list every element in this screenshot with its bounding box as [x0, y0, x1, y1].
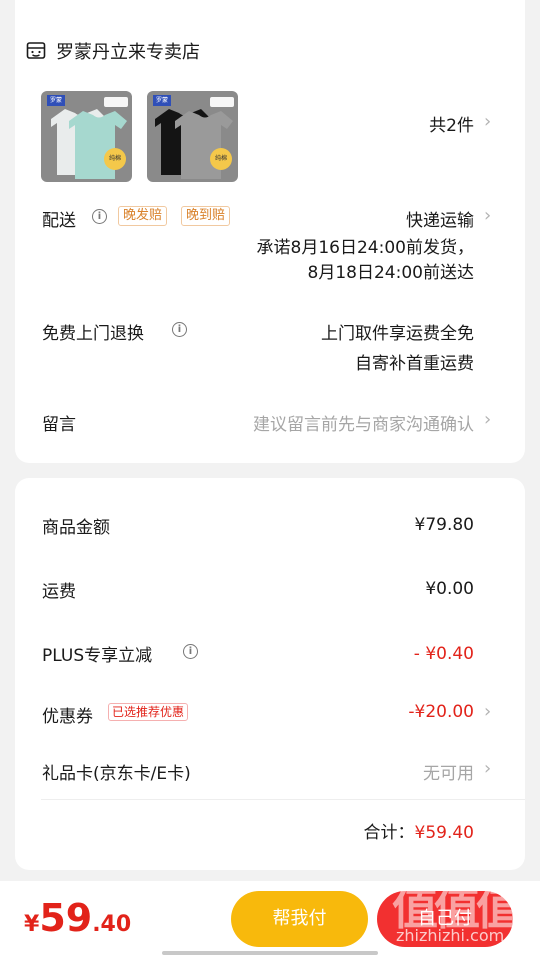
shipping-value: ¥0.00: [425, 579, 474, 599]
chevron-right-icon[interactable]: ›: [484, 758, 491, 779]
product-thumbnail[interactable]: 罗蒙 纯棉: [41, 91, 132, 182]
chevron-right-icon[interactable]: ›: [484, 409, 491, 430]
delivery-label: 配送: [42, 211, 76, 231]
goods-amount-label: 商品金额: [42, 518, 110, 538]
product-thumbnail[interactable]: 罗蒙 纯棉: [147, 91, 238, 182]
message-label: 留言: [42, 415, 76, 435]
quality-tag: 纯棉: [104, 148, 126, 170]
price-integer: 59: [39, 896, 93, 940]
delivery-promise-line1: 承诺8月16日24:00前发货，: [256, 238, 474, 258]
quality-tag: 纯棉: [210, 148, 232, 170]
coupon-value[interactable]: -¥20.00: [408, 702, 474, 722]
chevron-right-icon[interactable]: ›: [484, 701, 491, 722]
free-return-label: 免费上门退换: [42, 324, 144, 344]
chevron-right-icon[interactable]: ›: [484, 111, 491, 132]
chevron-right-icon[interactable]: ›: [484, 205, 491, 226]
shop-icon: [26, 42, 46, 59]
divider: [41, 799, 525, 800]
info-icon[interactable]: i: [183, 644, 198, 659]
watermark: 值值值 zhizhizhi.com: [392, 872, 532, 952]
total-row: 合计：¥59.40: [364, 818, 474, 843]
help-me-pay-button[interactable]: 帮我付: [231, 891, 368, 947]
free-return-line2: 自寄补首重运费: [355, 354, 474, 374]
shop-name: 罗蒙丹立来专卖店: [56, 42, 200, 63]
late-arrive-badge: 晚到赔: [181, 206, 231, 226]
shipping-label: 运费: [42, 582, 76, 602]
free-return-line1: 上门取件享运费全免: [321, 324, 474, 344]
gift-card-label: 礼品卡(京东卡/E卡): [42, 764, 191, 784]
pay-total: ¥59.40: [24, 896, 131, 940]
currency-symbol: ¥: [24, 912, 40, 937]
total-label: 合计：: [363, 823, 415, 843]
item-count[interactable]: 共2件: [380, 111, 474, 136]
gift-card-value[interactable]: 无可用: [423, 759, 474, 784]
late-ship-badge: 晚发赔: [118, 206, 168, 226]
plus-discount-label: PLUS专享立减: [42, 646, 153, 666]
delivery-promise-line2: 8月18日24:00前送达: [307, 263, 474, 283]
coupon-label: 优惠券: [42, 707, 93, 727]
shop-header[interactable]: 罗蒙丹立来专卖店: [26, 38, 200, 64]
order-card: [15, 0, 525, 463]
delivery-method[interactable]: 快递运输: [406, 206, 474, 231]
goods-amount-value: ¥79.80: [414, 515, 474, 535]
price-decimal: .40: [92, 912, 132, 937]
info-icon[interactable]: i: [172, 322, 187, 337]
coupon-badge: 已选推荐优惠: [108, 703, 189, 721]
message-input[interactable]: 建议留言前先与商家沟通确认: [253, 410, 474, 435]
info-icon[interactable]: i: [92, 209, 107, 224]
home-indicator: [162, 951, 378, 955]
plus-discount-value: - ¥0.40: [413, 644, 474, 664]
total-value: ¥59.40: [414, 823, 474, 843]
watermark-url: zhizhizhi.com: [396, 926, 505, 945]
